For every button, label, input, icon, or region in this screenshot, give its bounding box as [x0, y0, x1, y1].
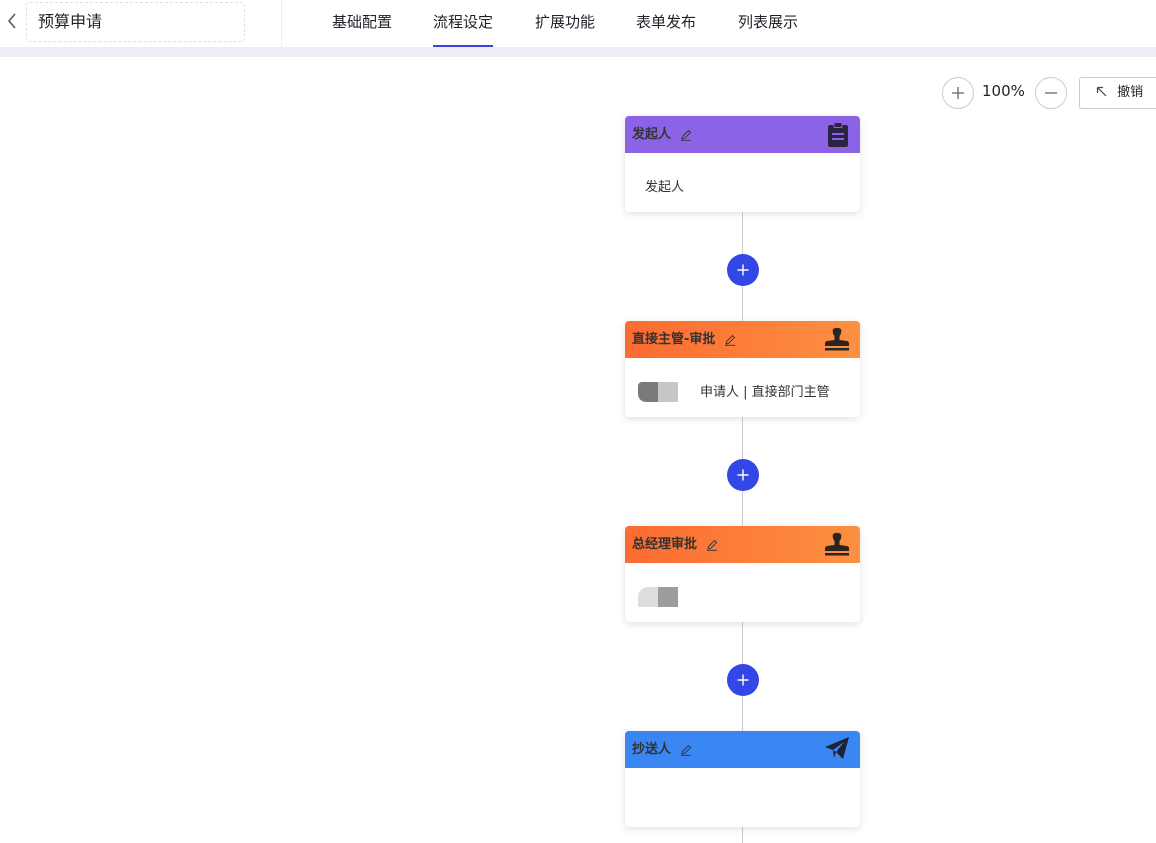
paper-plane-icon — [825, 737, 849, 759]
tab-basic-config[interactable]: 基础配置 — [332, 0, 392, 47]
top-bar: 预算申请 基础配置 流程设定 扩展功能 表单发布 列表展示 — [0, 0, 1156, 47]
node-content: 发起人 — [645, 180, 685, 195]
tab-extensions[interactable]: 扩展功能 — [535, 0, 595, 47]
node-header: 直接主管-审批 — [625, 321, 860, 358]
add-node-button[interactable] — [727, 664, 759, 696]
approver-assignee: 申请人 | 直接部门主管 — [700, 385, 830, 400]
flow-node-approver[interactable]: 直接主管-审批 申请人 | 直接部门主管 — [625, 321, 860, 417]
plus-icon — [737, 469, 749, 481]
node-header: 总经理审批 — [625, 526, 860, 563]
avatar — [638, 587, 678, 607]
header-separator — [0, 47, 1156, 57]
plus-icon — [737, 264, 749, 276]
flow-node-approver[interactable]: 总经理审批 — [625, 526, 860, 622]
minus-icon — [1045, 92, 1057, 94]
node-title: 总经理审批 — [632, 537, 698, 552]
pencil-icon[interactable] — [706, 539, 718, 551]
tab-flow-settings[interactable]: 流程设定 — [433, 0, 494, 47]
node-header: 抄送人 — [625, 731, 860, 768]
zoom-level: 100% — [982, 82, 1025, 100]
stamp-icon — [825, 532, 849, 556]
undo-label: 撤销 — [1117, 85, 1144, 100]
arrow-up-left-icon — [1096, 86, 1107, 97]
pencil-icon[interactable] — [680, 744, 692, 756]
stamp-icon — [825, 327, 849, 351]
node-body — [625, 768, 860, 827]
add-node-button[interactable] — [727, 254, 759, 286]
add-node-button[interactable] — [727, 459, 759, 491]
flow-node-cc[interactable]: 抄送人 — [625, 731, 860, 827]
pencil-icon[interactable] — [724, 334, 736, 346]
plus-icon — [952, 87, 964, 99]
divider — [281, 0, 282, 47]
node-body: 申请人 | 直接部门主管 — [625, 358, 860, 417]
back-button[interactable] — [4, 10, 22, 32]
node-title: 直接主管-审批 — [632, 332, 716, 347]
clipboard-icon — [828, 122, 848, 147]
zoom-out-button[interactable] — [1035, 77, 1067, 109]
tab-list-display[interactable]: 列表展示 — [738, 0, 798, 47]
plus-icon — [737, 674, 749, 686]
node-body — [625, 563, 860, 622]
node-header: 发起人 — [625, 116, 860, 153]
flow-node-initiator[interactable]: 发起人 发起人 — [625, 116, 860, 212]
pencil-icon[interactable] — [680, 129, 692, 141]
tab-form-publish[interactable]: 表单发布 — [636, 0, 696, 47]
chevron-left-icon — [8, 13, 16, 29]
form-title-input[interactable]: 预算申请 — [26, 2, 245, 42]
node-title: 发起人 — [632, 127, 672, 142]
node-title: 抄送人 — [632, 742, 672, 757]
undo-button[interactable]: 撤销 — [1079, 77, 1156, 109]
avatar — [638, 382, 678, 402]
zoom-in-button[interactable] — [942, 77, 974, 109]
node-body: 发起人 — [625, 153, 860, 212]
flow-connector — [742, 827, 743, 843]
